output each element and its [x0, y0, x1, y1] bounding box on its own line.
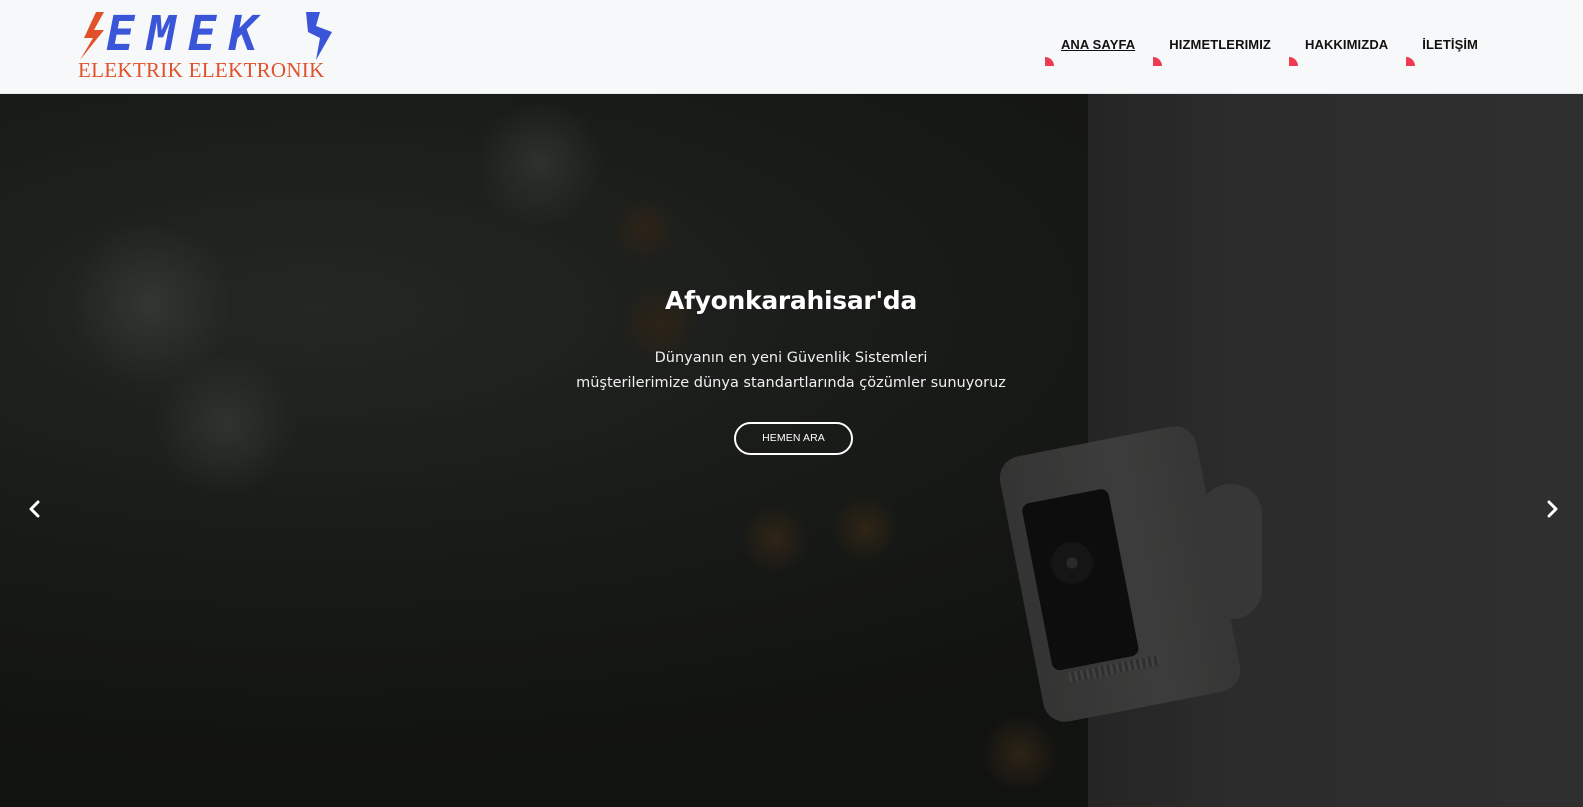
brand-name: EMEK [106, 6, 270, 62]
hero-description-line: müşterilerimize dünya standartlarında çö… [576, 375, 1006, 391]
nav-item-label: HIZMETLERIMIZ [1169, 37, 1271, 52]
brand-tagline: ELEKTRIK ELEKTRONIK [78, 58, 325, 82]
main-nav: ANA SAYFA HIZMETLERIMIZ HAKKIMIZDA İLETİ… [1044, 36, 1478, 66]
lightning-bolt-icon [80, 12, 104, 60]
nav-item-hizmetlerimiz[interactable]: HIZMETLERIMIZ [1153, 36, 1271, 66]
nav-item-iletisim[interactable]: İLETİŞİM [1406, 36, 1478, 66]
hero-description: Dünyanın en yeni Güvenlik Sistemleri müş… [541, 346, 1041, 396]
nav-item-label: ANA SAYFA [1060, 37, 1136, 52]
nav-item-ana-sayfa[interactable]: ANA SAYFA [1044, 36, 1136, 66]
nav-marker [1406, 57, 1416, 66]
hero-title: Afyonkarahisar'da [665, 286, 917, 315]
nav-marker [1288, 57, 1298, 66]
chevron-right-icon[interactable] [1540, 497, 1564, 521]
hero-slider: Afyonkarahisar'da Dünyanın en yeni Güven… [0, 94, 1583, 807]
brand-logo[interactable]: EMEK ELEKTRIK ELEKTRONIK [78, 8, 334, 82]
hero-content: Afyonkarahisar'da Dünyanın en yeni Güven… [0, 94, 1583, 807]
hero-description-line: Dünyanın en yeni Güvenlik Sistemleri [654, 350, 928, 366]
nav-item-label: HAKKIMIZDA [1304, 37, 1389, 52]
nav-marker [1044, 57, 1054, 66]
call-now-button[interactable]: HEMEN ARA [734, 422, 853, 455]
nav-item-label: İLETİŞİM [1422, 37, 1478, 52]
logo-mark: EMEK [78, 8, 334, 60]
nav-marker [1153, 57, 1163, 66]
nav-item-hakkimizda[interactable]: HAKKIMIZDA [1288, 36, 1389, 66]
lightning-bolt-icon [306, 12, 332, 60]
site-header: EMEK ELEKTRIK ELEKTRONIK ANA SAYFA HIZME… [0, 0, 1583, 94]
chevron-left-icon[interactable] [23, 497, 47, 521]
